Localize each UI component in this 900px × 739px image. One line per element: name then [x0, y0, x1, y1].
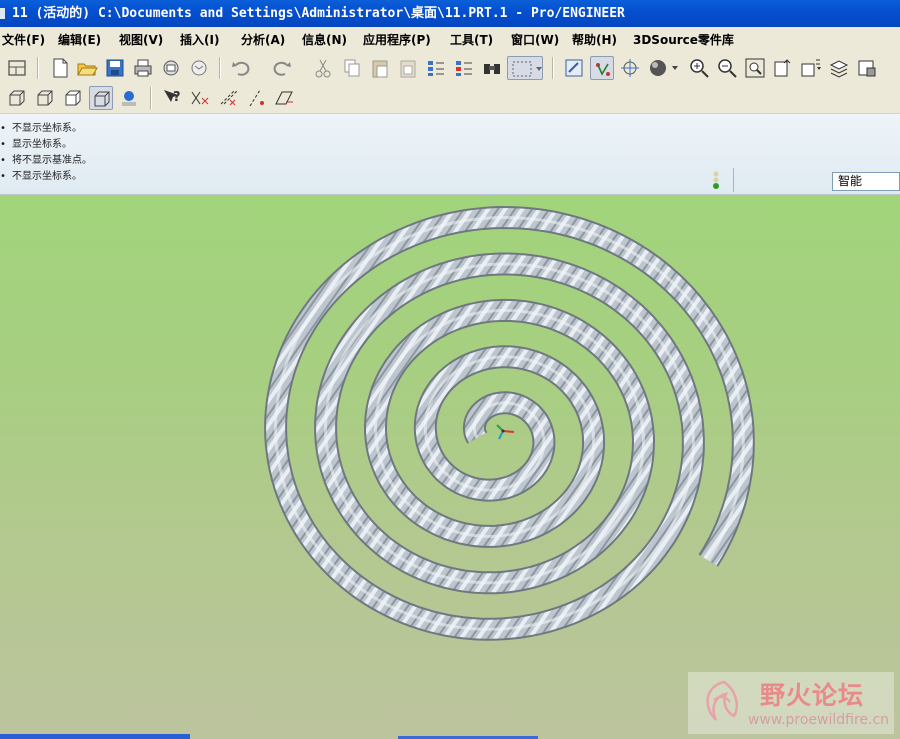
paste-special-icon[interactable] [396, 56, 420, 80]
menu-bar: 文件(F) 编辑(E) 视图(V) 插入(I) 分析(A) 信息(N) 应用程序… [0, 27, 900, 53]
message-line: • 不显示坐标系。 [0, 171, 83, 182]
redo-icon[interactable] [270, 56, 294, 80]
datum-axes-icon[interactable] [216, 86, 240, 110]
menu-view[interactable]: 视图(V) [117, 27, 165, 53]
menu-analysis[interactable]: 分析(A) [239, 27, 287, 53]
shading-icon[interactable] [646, 56, 680, 80]
main-toolbar [0, 53, 900, 83]
regenerate-manager-icon[interactable] [452, 56, 476, 80]
select-box-icon[interactable] [507, 56, 543, 80]
menu-insert[interactable]: 插入(I) [178, 27, 221, 53]
app-icon [0, 8, 5, 19]
enhanced-realism-icon[interactable] [117, 86, 141, 110]
datum-points-icon[interactable] [244, 86, 268, 110]
model-tree-icon[interactable] [855, 56, 879, 80]
undo-icon[interactable] [229, 56, 253, 80]
zoom-fit-icon[interactable] [743, 56, 767, 80]
no-hidden-icon[interactable] [61, 86, 85, 110]
datum-planes-icon[interactable] [188, 86, 212, 110]
hidden-line-icon[interactable] [33, 86, 57, 110]
menu-applications[interactable]: 应用程序(P) [361, 27, 433, 53]
saved-views-icon[interactable] [799, 56, 823, 80]
menu-tools[interactable]: 工具(T) [448, 27, 495, 53]
display-toolbar: ? [0, 83, 900, 113]
menu-3dsource[interactable]: 3DSource零件库 [631, 27, 736, 53]
menu-edit[interactable]: 编辑(E) [56, 27, 103, 53]
regenerate-icon[interactable] [424, 56, 448, 80]
menu-window[interactable]: 窗口(W) [509, 27, 561, 53]
spin-center-icon[interactable] [618, 56, 642, 80]
cut-icon[interactable] [311, 56, 335, 80]
layout-icon[interactable] [5, 56, 29, 80]
svg-text:?: ? [173, 90, 181, 105]
print-icon[interactable] [131, 56, 155, 80]
spiral-spring-model [264, 206, 755, 641]
open-folder-icon[interactable] [75, 56, 99, 80]
coordinate-system-triad [496, 424, 515, 440]
context-help-icon[interactable]: ? [160, 86, 184, 110]
proewildfire-logo [706, 680, 738, 721]
window-title-bar: 11 (活动的) C:\Documents and Settings\Admin… [0, 0, 900, 27]
new-file-icon[interactable] [48, 56, 72, 80]
message-line: • 将不显示基准点。 [0, 155, 93, 166]
message-area: • 不显示坐标系。 • 显示坐标系。 • 将不显示基准点。 • 不显示坐标系。 [0, 113, 900, 195]
message-line: • 显示坐标系。 [0, 139, 73, 150]
zoom-out-icon[interactable] [715, 56, 739, 80]
datum-display-icon[interactable] [590, 56, 614, 80]
menu-file[interactable]: 文件(F) [0, 27, 47, 53]
taskbar-strip [0, 734, 190, 739]
refit-icon[interactable] [562, 56, 586, 80]
find-icon[interactable] [480, 56, 504, 80]
reorient-icon[interactable] [771, 56, 795, 80]
layers-icon[interactable] [827, 56, 851, 80]
paste-icon[interactable] [368, 56, 392, 80]
menu-help[interactable]: 帮助(H) [570, 27, 619, 53]
watermark-url: www.proewildfire.cn [748, 712, 890, 728]
watermark-title: 野火论坛 [760, 681, 865, 710]
zoom-in-icon[interactable] [687, 56, 711, 80]
send-mail-icon[interactable] [159, 56, 183, 80]
shaded-icon[interactable] [89, 86, 113, 110]
window-title: 11 (活动的) C:\Documents and Settings\Admin… [12, 6, 625, 21]
copy-icon[interactable] [340, 56, 364, 80]
watermark: 野火论坛 www.proewildfire.cn [688, 672, 894, 734]
coordinate-systems-icon[interactable] [272, 86, 296, 110]
graphics-window[interactable] [0, 195, 900, 739]
message-line: • 不显示坐标系。 [0, 123, 83, 134]
status-light-icon[interactable] [710, 170, 722, 192]
save-icon[interactable] [103, 56, 127, 80]
menu-info[interactable]: 信息(N) [300, 27, 349, 53]
mail-icon[interactable] [187, 56, 211, 80]
wireframe-icon[interactable] [5, 86, 29, 110]
selection-filter-select[interactable]: 智能 [832, 172, 900, 191]
